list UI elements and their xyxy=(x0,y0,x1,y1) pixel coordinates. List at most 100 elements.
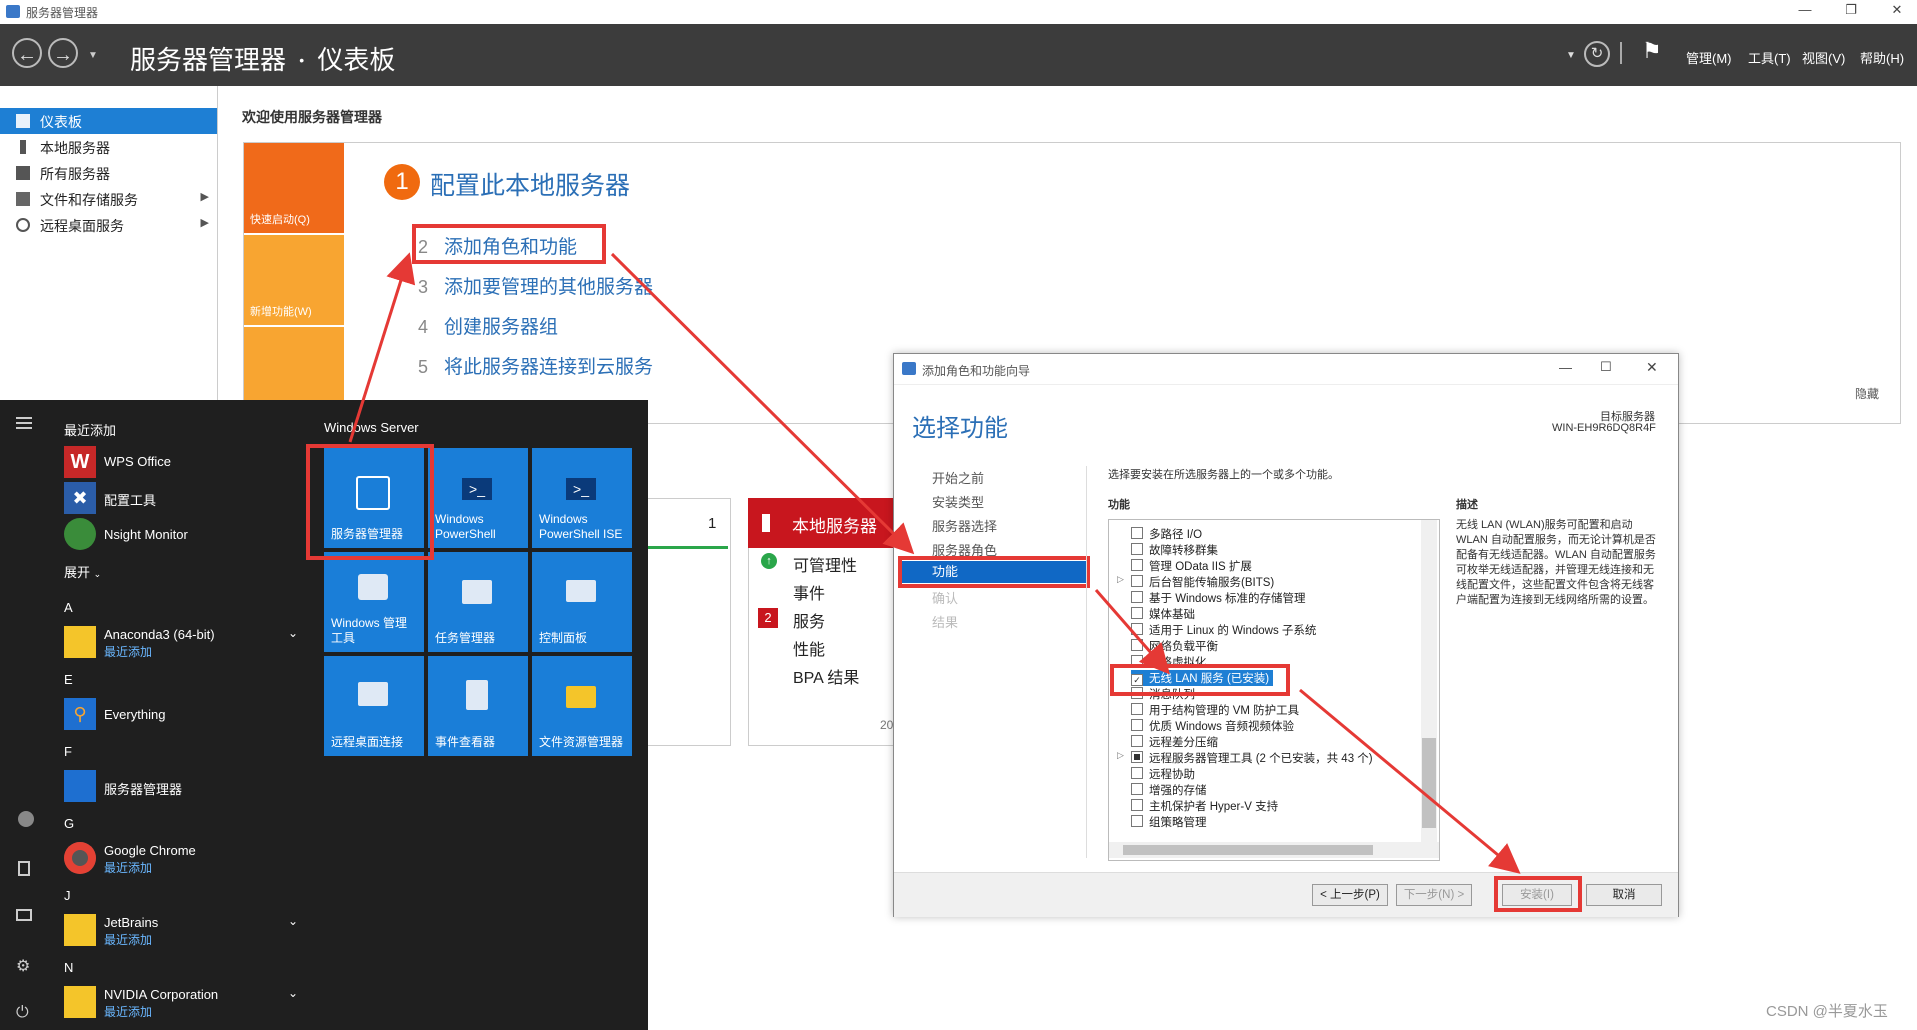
checkbox[interactable] xyxy=(1131,767,1143,779)
feature-item[interactable]: 用于结构管理的 VM 防护工具 xyxy=(1131,702,1299,718)
tile-file-explorer[interactable]: 文件资源管理器 xyxy=(532,656,632,756)
app-wps-office[interactable]: WPS Office xyxy=(104,454,171,469)
notifications-dropdown-icon[interactable]: ▼ xyxy=(1566,50,1576,61)
row-events[interactable]: 事件 xyxy=(793,580,825,604)
expand-arrow-icon[interactable]: ▶ xyxy=(201,216,209,229)
user-avatar-icon[interactable] xyxy=(18,811,34,827)
learn-more-tab[interactable] xyxy=(244,327,344,400)
checkbox[interactable] xyxy=(1131,527,1143,539)
expand-arrow-icon[interactable]: ▷ xyxy=(1117,574,1124,585)
wizard-maximize-button[interactable]: ☐ xyxy=(1600,359,1612,375)
tile-event-viewer[interactable]: 事件查看器 xyxy=(428,656,528,756)
group-letter-a[interactable]: A xyxy=(64,600,73,615)
expand-arrow-icon[interactable]: ▷ xyxy=(1117,750,1124,761)
checkbox[interactable] xyxy=(1131,719,1143,731)
back-arrow-icon[interactable]: ← xyxy=(12,38,42,68)
feature-item[interactable]: 管理 OData IIS 扩展 xyxy=(1131,558,1252,574)
feature-item[interactable]: 故障转移群集 xyxy=(1131,542,1218,558)
tile-powershell-ise[interactable]: >_ Windows PowerShell ISE xyxy=(532,448,632,548)
app-nsight-monitor[interactable]: Nsight Monitor xyxy=(104,527,188,542)
cancel-button[interactable]: 取消 xyxy=(1586,884,1662,906)
row-manageability[interactable]: 可管理性 xyxy=(793,552,857,576)
checkbox[interactable] xyxy=(1131,607,1143,619)
sidebar-item-remote-desktop[interactable]: 远程桌面服务 ▶ xyxy=(0,212,217,238)
checkbox[interactable] xyxy=(1131,735,1143,747)
forward-arrow-icon[interactable]: → xyxy=(48,38,78,68)
local-server-card-header[interactable]: 本地服务器 xyxy=(748,498,896,548)
chevron-down-icon[interactable]: ⌄ xyxy=(288,914,298,928)
hamburger-icon[interactable] xyxy=(16,422,32,424)
tile-admin-tools[interactable]: Windows 管理工具 xyxy=(324,552,424,652)
pictures-icon[interactable] xyxy=(16,909,32,921)
app-jetbrains[interactable]: JetBrains xyxy=(104,915,158,930)
wizard-nav-install-type[interactable]: 安装类型 xyxy=(932,492,984,511)
feature-item[interactable]: 远程差分压缩 xyxy=(1131,734,1218,750)
feature-item[interactable]: ▷ 后台智能传输服务(BITS) xyxy=(1117,574,1274,590)
app-nvidia-corporation[interactable]: NVIDIA Corporation xyxy=(104,987,218,1002)
close-button[interactable]: ✕ xyxy=(1882,2,1912,18)
tile-task-manager[interactable]: 任务管理器 xyxy=(428,552,528,652)
sidebar-item-local-server[interactable]: 本地服务器 xyxy=(0,134,217,160)
previous-button[interactable]: < 上一步(P) xyxy=(1312,884,1388,906)
power-icon[interactable]: ⏻ xyxy=(16,1004,29,1022)
refresh-icon[interactable]: ↻ xyxy=(1584,41,1610,67)
tile-remote-desktop[interactable]: 远程桌面连接 xyxy=(324,656,424,756)
feature-item[interactable]: ▷ 远程服务器管理工具 (2 个已安装，共 43 个) xyxy=(1117,750,1373,766)
feature-item[interactable]: 媒体基础 xyxy=(1131,606,1195,622)
wizard-minimize-button[interactable]: — xyxy=(1559,360,1572,375)
settings-gear-icon[interactable]: ⚙ xyxy=(16,956,30,976)
menu-manage[interactable]: 管理(M) xyxy=(1686,48,1732,67)
group-letter-f[interactable]: F xyxy=(64,744,72,759)
sidebar-item-file-storage[interactable]: 文件和存储服务 ▶ xyxy=(0,186,217,212)
restore-button[interactable]: ❐ xyxy=(1836,2,1866,18)
app-server-manager[interactable]: 服务器管理器 xyxy=(104,779,182,798)
chevron-down-icon[interactable]: ⌄ xyxy=(288,626,298,640)
checkbox[interactable] xyxy=(1131,703,1143,715)
sidebar-item-dashboard[interactable]: 仪表板 xyxy=(0,108,217,134)
checkbox[interactable] xyxy=(1131,623,1143,635)
app-anaconda[interactable]: Anaconda3 (64-bit) xyxy=(104,627,215,642)
row-bpa-results[interactable]: BPA 结果 xyxy=(793,664,859,688)
feature-item[interactable]: 网络负载平衡 xyxy=(1131,638,1218,654)
row-services[interactable]: 服务 xyxy=(793,608,825,632)
minimize-button[interactable]: — xyxy=(1790,2,1820,17)
tile-control-panel[interactable]: 控制面板 xyxy=(532,552,632,652)
feature-item[interactable]: 优质 Windows 音频视频体验 xyxy=(1131,718,1294,734)
row-performance[interactable]: 性能 xyxy=(793,636,825,660)
group-letter-e[interactable]: E xyxy=(64,672,73,687)
feature-item[interactable]: 增强的存储 xyxy=(1131,782,1207,798)
scrollbar-thumb[interactable] xyxy=(1422,738,1436,828)
hide-link[interactable]: 隐藏 xyxy=(1855,385,1879,402)
feature-item[interactable]: 多路径 I/O xyxy=(1131,526,1202,542)
checkbox[interactable] xyxy=(1131,815,1143,827)
checkbox[interactable] xyxy=(1131,783,1143,795)
checkbox[interactable] xyxy=(1131,559,1143,571)
step-connect-cloud[interactable]: 5 将此服务器连接到云服务 xyxy=(418,352,653,379)
whats-new-tab[interactable]: 新增功能(W) xyxy=(244,235,344,325)
checkbox[interactable] xyxy=(1131,799,1143,811)
app-google-chrome[interactable]: Google Chrome xyxy=(104,843,196,858)
app-config-tool[interactable]: 配置工具 xyxy=(104,490,156,509)
group-letter-j[interactable]: J xyxy=(64,888,71,903)
flag-icon[interactable]: ⚑ xyxy=(1642,38,1662,64)
expand-arrow-icon[interactable]: ▶ xyxy=(201,190,209,203)
group-letter-g[interactable]: G xyxy=(64,816,74,831)
menu-tools[interactable]: 工具(T) xyxy=(1748,48,1791,67)
checkbox-partial[interactable] xyxy=(1131,751,1143,763)
menu-view[interactable]: 视图(V) xyxy=(1802,48,1845,67)
quick-start-tab[interactable]: 快速启动(Q) xyxy=(244,143,344,233)
expand-link[interactable]: 展开 ⌄ xyxy=(64,562,101,581)
sidebar-item-all-servers[interactable]: 所有服务器 xyxy=(0,160,217,186)
history-dropdown-icon[interactable]: ▼ xyxy=(88,50,98,61)
checkbox[interactable] xyxy=(1131,575,1143,587)
feature-item[interactable]: 组策略管理 xyxy=(1131,814,1207,830)
feature-item[interactable]: 主机保护者 Hyper-V 支持 xyxy=(1131,798,1278,814)
app-everything[interactable]: Everything xyxy=(104,707,165,722)
documents-icon[interactable] xyxy=(18,861,30,876)
feature-item[interactable]: 远程协助 xyxy=(1131,766,1195,782)
wizard-nav-before-you-begin[interactable]: 开始之前 xyxy=(932,468,984,487)
checkbox[interactable] xyxy=(1131,543,1143,555)
step-create-server-group[interactable]: 4 创建服务器组 xyxy=(418,312,558,339)
checkbox[interactable] xyxy=(1131,591,1143,603)
feature-item[interactable]: 适用于 Linux 的 Windows 子系统 xyxy=(1131,622,1316,638)
